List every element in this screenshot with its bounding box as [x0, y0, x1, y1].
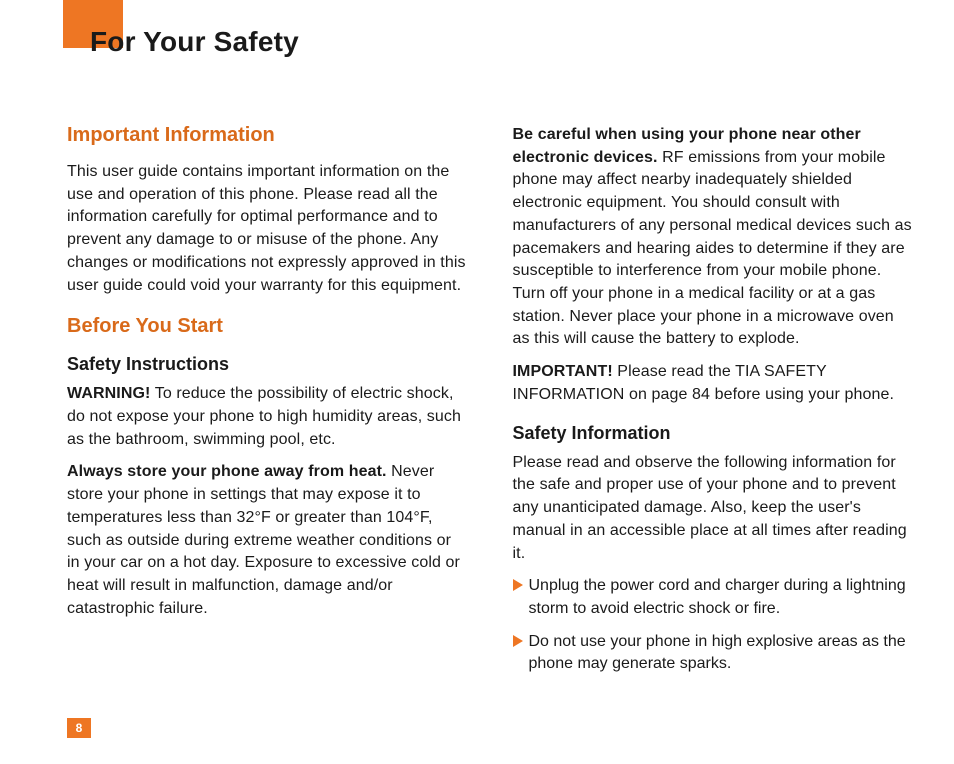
list-item: Do not use your phone in high explosive … — [513, 631, 913, 676]
list-item-text: Unplug the power cord and charger during… — [529, 575, 913, 620]
column-left: Important Information This user guide co… — [67, 124, 467, 686]
list-item: Unplug the power cord and charger during… — [513, 575, 913, 620]
column-right: Be careful when using your phone near ot… — [513, 124, 913, 686]
heading-important-information: Important Information — [67, 124, 467, 147]
heading-safety-information: Safety Information — [513, 423, 913, 444]
careful-body: RF emissions from your mobile phone may … — [513, 149, 912, 348]
arrow-right-icon — [513, 579, 523, 593]
paragraph-warning: WARNING! To reduce the possibility of el… — [67, 383, 467, 451]
paragraph-important: IMPORTANT! Please read the TIA SAFETY IN… — [513, 361, 913, 406]
paragraph-heat: Always store your phone away from heat. … — [67, 461, 467, 620]
safety-bullet-list: Unplug the power cord and charger during… — [513, 575, 913, 676]
paragraph-careful: Be careful when using your phone near ot… — [513, 124, 913, 351]
heading-safety-instructions: Safety Instructions — [67, 354, 467, 375]
heat-body: Never store your phone in settings that … — [67, 463, 460, 616]
list-item-text: Do not use your phone in high explosive … — [529, 631, 913, 676]
heat-lead: Always store your phone away from heat. — [67, 463, 387, 480]
important-lead: IMPORTANT! — [513, 363, 613, 380]
page-number: 8 — [67, 718, 91, 738]
paragraph-safety-info: Please read and observe the following in… — [513, 452, 913, 566]
content-columns: Important Information This user guide co… — [67, 124, 912, 686]
warning-lead: WARNING! — [67, 385, 150, 402]
arrow-right-icon — [513, 635, 523, 649]
heading-before-you-start: Before You Start — [67, 315, 467, 338]
paragraph-important-info: This user guide contains important infor… — [67, 161, 467, 297]
page-title: For Your Safety — [90, 26, 299, 58]
